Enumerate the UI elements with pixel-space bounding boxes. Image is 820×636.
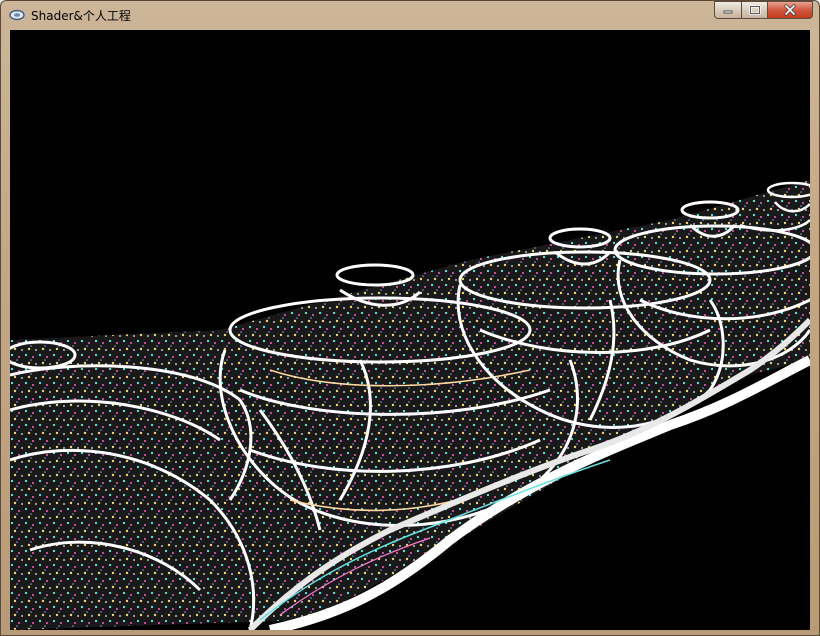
close-button[interactable] bbox=[767, 1, 813, 19]
application-window: Shader&个人工程 bbox=[0, 0, 820, 636]
rendered-scene bbox=[10, 180, 810, 630]
caption-buttons bbox=[714, 1, 813, 21]
close-icon bbox=[784, 4, 796, 16]
maximize-icon bbox=[748, 5, 761, 15]
minimize-icon bbox=[723, 10, 733, 14]
app-icon bbox=[9, 9, 25, 21]
maximize-button[interactable] bbox=[741, 1, 767, 19]
render-viewport[interactable] bbox=[10, 30, 810, 630]
window-title: Shader&个人工程 bbox=[31, 9, 131, 23]
minimize-button[interactable] bbox=[714, 1, 741, 19]
title-bar[interactable]: Shader&个人工程 bbox=[1, 1, 819, 29]
